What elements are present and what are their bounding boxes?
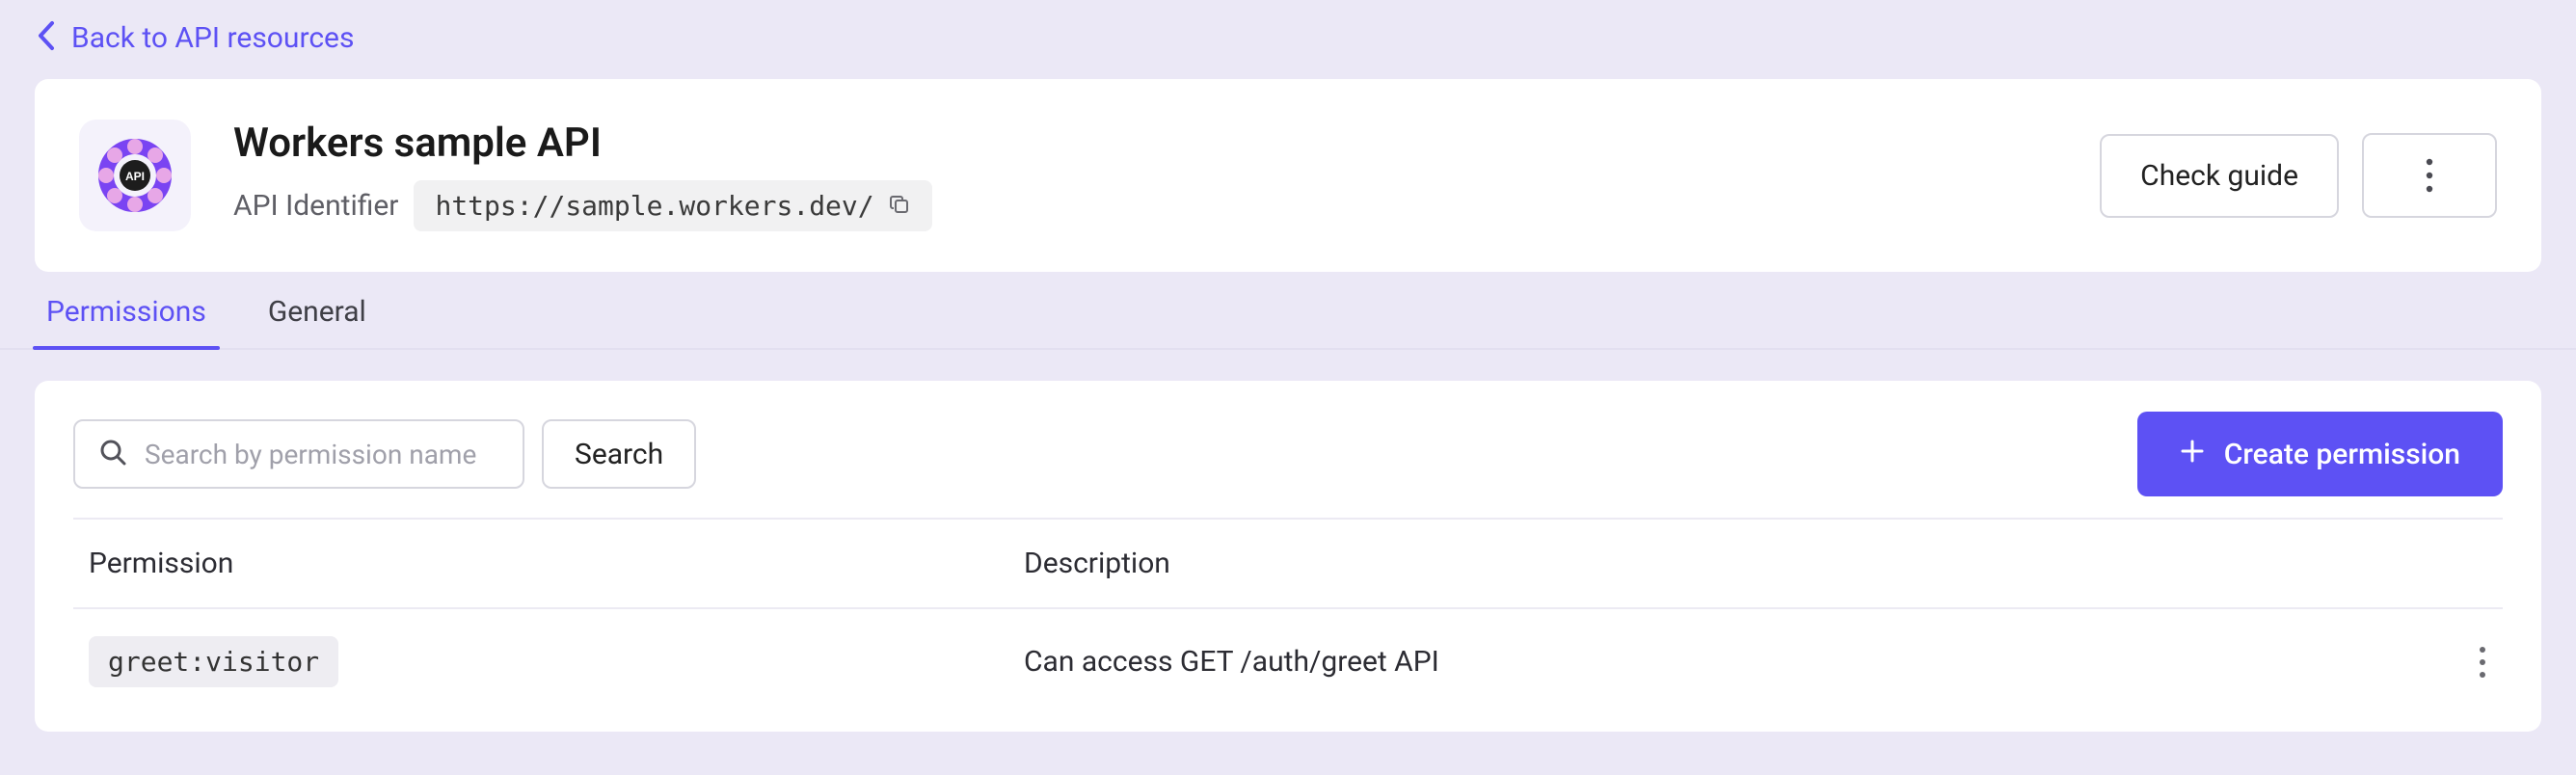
api-title: Workers sample API (233, 120, 2057, 167)
permission-description: Can access GET /auth/greet API (1024, 645, 2410, 679)
create-permission-label: Create permission (2224, 438, 2460, 471)
col-description: Description (1024, 547, 2410, 580)
api-identifier-label: API Identifier (233, 189, 398, 223)
back-link[interactable]: Back to API resources (71, 21, 354, 55)
search-field[interactable] (73, 419, 524, 489)
copy-icon[interactable] (888, 193, 911, 220)
search-input[interactable] (145, 439, 499, 470)
api-identifier-chip[interactable]: https://sample.workers.dev/ (414, 180, 931, 231)
permissions-table: Permission Description greet:visitor Can… (73, 518, 2503, 714)
tab-general[interactable]: General (262, 295, 372, 348)
api-header-card: API Workers sample API API Identifier ht… (35, 79, 2541, 272)
api-identifier-value: https://sample.workers.dev/ (435, 190, 873, 222)
search-icon (98, 438, 127, 470)
row-actions-button[interactable] (2410, 645, 2487, 680)
vertical-dots-icon (2425, 157, 2434, 194)
vertical-dots-icon (2478, 645, 2487, 680)
more-actions-button[interactable] (2362, 133, 2497, 218)
permission-chip: greet:visitor (89, 636, 338, 687)
permissions-panel: Search Create permission Permission Desc… (35, 381, 2541, 732)
api-avatar: API (79, 120, 191, 231)
col-permission: Permission (89, 547, 1024, 580)
search-button[interactable]: Search (542, 419, 696, 489)
tabs: Permissions General (0, 295, 2576, 350)
table-row: greet:visitor Can access GET /auth/greet… (73, 607, 2503, 714)
svg-text:API: API (125, 170, 145, 183)
check-guide-button[interactable]: Check guide (2100, 134, 2339, 218)
chevron-left-icon (35, 19, 56, 56)
tab-permissions[interactable]: Permissions (40, 295, 212, 348)
table-header: Permission Description (73, 518, 2503, 607)
plus-icon (2180, 438, 2205, 471)
back-nav[interactable]: Back to API resources (0, 0, 2576, 67)
create-permission-button[interactable]: Create permission (2137, 412, 2503, 496)
